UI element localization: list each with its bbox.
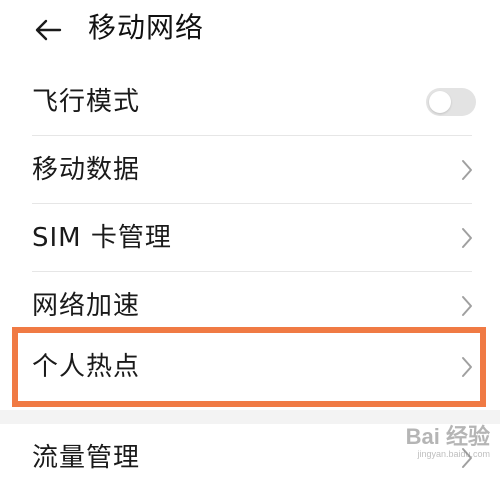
airplane-mode-label: 飞行模式 <box>32 87 141 117</box>
toggle-knob <box>429 91 451 113</box>
mobile-data-label: 移动数据 <box>32 155 141 185</box>
chevron-right-icon <box>462 228 472 248</box>
back-button[interactable] <box>30 12 66 48</box>
data-usage-label: 流量管理 <box>32 443 141 473</box>
network-acceleration-label: 网络加速 <box>32 291 141 321</box>
chevron-right-icon <box>462 160 472 180</box>
sim-management-label: SIM 卡管理 <box>32 223 172 253</box>
airplane-mode-row[interactable]: 飞行模式 <box>0 68 500 136</box>
back-arrow-icon <box>35 19 62 41</box>
personal-hotspot-row[interactable]: 个人热点 <box>0 333 500 401</box>
section-separator <box>0 410 500 424</box>
header: 移动网络 <box>0 0 500 62</box>
chevron-right-icon <box>462 448 472 468</box>
mobile-data-row[interactable]: 移动数据 <box>0 136 500 204</box>
airplane-mode-toggle[interactable] <box>426 88 476 116</box>
mobile-network-screen: 移动网络 飞行模式 移动数据 SIM 卡管理 网络加速 个人热点 流量管理 Ba… <box>0 0 500 477</box>
page-title: 移动网络 <box>88 11 205 44</box>
personal-hotspot-label: 个人热点 <box>32 352 141 382</box>
sim-management-row[interactable]: SIM 卡管理 <box>0 204 500 272</box>
network-acceleration-row[interactable]: 网络加速 <box>0 272 500 340</box>
data-usage-row[interactable]: 流量管理 <box>0 424 500 477</box>
chevron-right-icon <box>462 357 472 377</box>
chevron-right-icon <box>462 296 472 316</box>
